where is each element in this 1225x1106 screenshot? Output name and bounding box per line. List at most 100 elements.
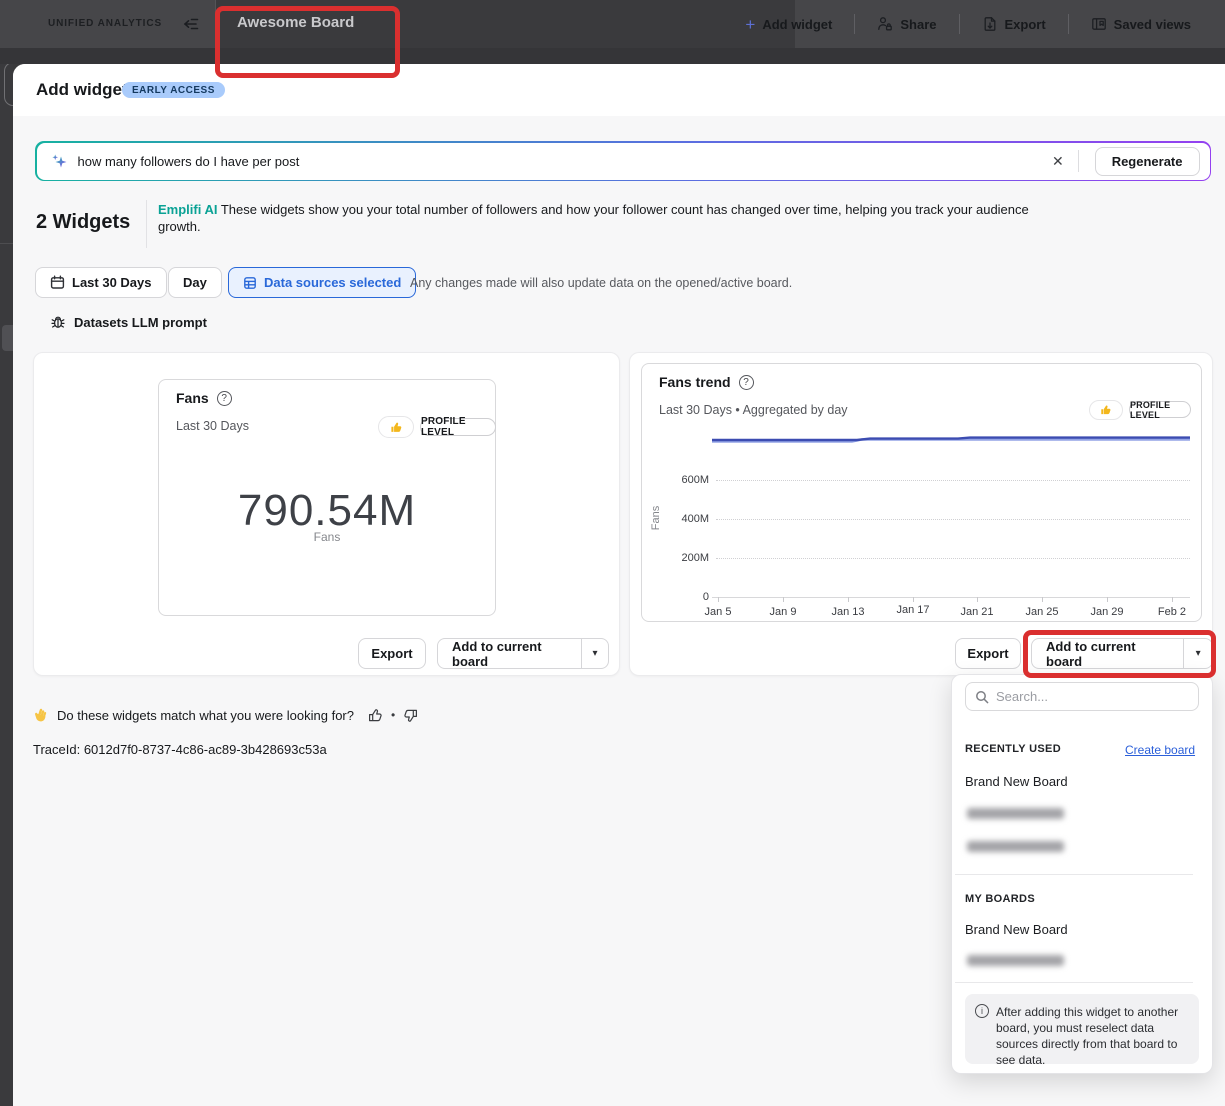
help-icon[interactable] (739, 375, 754, 390)
dimmed-sidebar (0, 64, 13, 1106)
date-range-button[interactable]: Last 30 Days (35, 267, 167, 298)
brand-logo: UNIFIED ANALYTICS (48, 18, 162, 29)
board-menu-divider (955, 982, 1193, 983)
x-tick-mark (1172, 597, 1173, 602)
saved-views-button[interactable]: Saved views (1069, 16, 1213, 32)
export-label-topbar: Export (1005, 17, 1046, 32)
y-axis-title: Fans (650, 503, 662, 533)
board-tab-strip (0, 48, 1225, 64)
filters-note: Any changes made will also update data o… (410, 276, 792, 290)
plus-icon: + (745, 16, 755, 33)
gridline-200m (716, 558, 1190, 559)
waving-hand-icon (33, 707, 49, 723)
datasets-llm-prompt-label: Datasets LLM prompt (74, 315, 207, 330)
early-access-badge: EARLY ACCESS (122, 82, 225, 98)
modal-title: Add widget (36, 80, 128, 100)
ai-brand-label: Emplifi AI (158, 202, 217, 217)
data-sources-button[interactable]: Data sources selected (228, 267, 416, 298)
data-sources-grid-icon (243, 276, 257, 290)
x-tick-mark (913, 597, 914, 602)
prompt-divider (1078, 150, 1079, 172)
board-menu-item-redacted[interactable] (967, 808, 1064, 819)
collapse-sidebar-icon[interactable] (182, 15, 200, 33)
x-tick-jan25: Jan 25 (1012, 606, 1072, 618)
share-button[interactable]: Share (855, 16, 958, 32)
top-bar: UNIFIED ANALYTICS Awesome Board + Add wi… (0, 0, 1225, 48)
ai-prompt-inner: how many followers do I have per post ✕ … (37, 143, 1210, 180)
x-tick-mark (718, 597, 719, 602)
thumbs-up-icon[interactable] (368, 708, 383, 723)
data-sources-label: Data sources selected (264, 275, 401, 290)
export-button-fans-trend[interactable]: Export (955, 638, 1021, 669)
thumbs-down-icon[interactable] (403, 708, 418, 723)
board-tab-label[interactable]: Awesome Board (237, 14, 354, 31)
add-to-board-split-button-fans-trend[interactable]: Add to current board ▾ (1031, 638, 1213, 669)
fans-subtitle: Last 30 Days (176, 419, 249, 433)
board-menu-item-redacted[interactable] (967, 841, 1064, 852)
bug-icon (50, 314, 66, 330)
board-menu-note: After adding this widget to another boar… (965, 994, 1199, 1064)
x-tick-mark (1107, 597, 1108, 602)
dimmed-sidebar-divider (0, 243, 13, 244)
ai-sparkle-icon (51, 153, 68, 170)
board-menu-caret-fans-trend[interactable]: ▾ (1183, 639, 1212, 668)
caret-down-icon: ▾ (1196, 648, 1201, 659)
date-range-label: Last 30 Days (72, 275, 152, 290)
board-menu-item-redacted[interactable] (967, 955, 1064, 966)
add-to-board-split-button-fans[interactable]: Add to current board ▾ (437, 638, 609, 669)
thumbs-up-pill[interactable] (378, 416, 414, 438)
datasets-llm-prompt[interactable]: Datasets LLM prompt (50, 314, 207, 330)
board-search-input[interactable] (996, 689, 1189, 704)
ai-summary-text: These widgets show you your total number… (158, 202, 1029, 234)
share-label: Share (900, 17, 936, 32)
ai-summary: Emplifi AI These widgets show you your t… (158, 201, 1058, 235)
my-boards-header: MY BOARDS (965, 893, 1035, 905)
board-search-box[interactable] (965, 682, 1199, 711)
widget-count: 2 Widgets (36, 211, 130, 234)
export-button-fans[interactable]: Export (358, 638, 426, 669)
saved-views-label: Saved views (1114, 17, 1191, 32)
board-menu-caret-fans[interactable]: ▾ (581, 639, 608, 668)
x-tick-feb2: Feb 2 (1142, 606, 1202, 618)
help-icon[interactable] (217, 391, 232, 406)
x-tick-jan17: Jan 17 (883, 604, 943, 616)
x-tick-mark (977, 597, 978, 602)
x-tick-jan21: Jan 21 (947, 606, 1007, 618)
gridline-600m (716, 480, 1190, 481)
profile-level-badge: PROFILE LEVEL (1129, 401, 1191, 418)
export-button-topbar[interactable]: Export (960, 16, 1068, 32)
x-tick-mark (1042, 597, 1043, 602)
add-widget-label: Add widget (762, 17, 832, 32)
ai-prompt-text[interactable]: how many followers do I have per post (78, 154, 1040, 169)
y-tick-0: 0 (663, 591, 709, 603)
summary-divider (146, 200, 147, 248)
saved-views-icon (1091, 16, 1107, 32)
search-icon (975, 690, 989, 704)
fans-value-label: Fans (158, 530, 496, 544)
feedback-row: Do these widgets match what you were loo… (33, 707, 418, 723)
thumbs-up-pill[interactable] (1089, 400, 1123, 420)
caret-down-icon: ▾ (593, 648, 598, 659)
board-menu-item[interactable]: Brand New Board (965, 922, 1068, 937)
info-icon (975, 1004, 989, 1018)
y-tick-600m: 600M (663, 474, 709, 486)
topbar-actions: + Add widget Share (723, 0, 1213, 48)
dimmed-sidebar-item (2, 325, 13, 351)
ai-prompt-field[interactable]: how many followers do I have per post ✕ … (35, 141, 1211, 181)
y-tick-200m: 200M (663, 552, 709, 564)
fans-trend-title: Fans trend (659, 374, 731, 390)
fans-title: Fans (176, 390, 209, 406)
add-widget-button[interactable]: + Add widget (723, 16, 854, 33)
granularity-button[interactable]: Day (168, 267, 222, 298)
board-menu-note-text: After adding this widget to another boar… (996, 1004, 1189, 1056)
profile-level-badge: PROFILE LEVEL (420, 418, 496, 436)
x-tick-mark (783, 597, 784, 602)
regenerate-button[interactable]: Regenerate (1095, 147, 1200, 176)
export-doc-icon (982, 16, 998, 32)
trace-id: TraceId: 6012d7f0-8737-4c86-ac89-3b42869… (33, 742, 327, 757)
create-board-link[interactable]: Create board (1125, 743, 1195, 757)
add-to-board-label-fans-trend[interactable]: Add to current board (1032, 639, 1176, 668)
clear-prompt-icon[interactable]: ✕ (1040, 153, 1076, 170)
add-to-board-label-fans[interactable]: Add to current board (438, 639, 574, 668)
board-menu-item[interactable]: Brand New Board (965, 774, 1068, 789)
